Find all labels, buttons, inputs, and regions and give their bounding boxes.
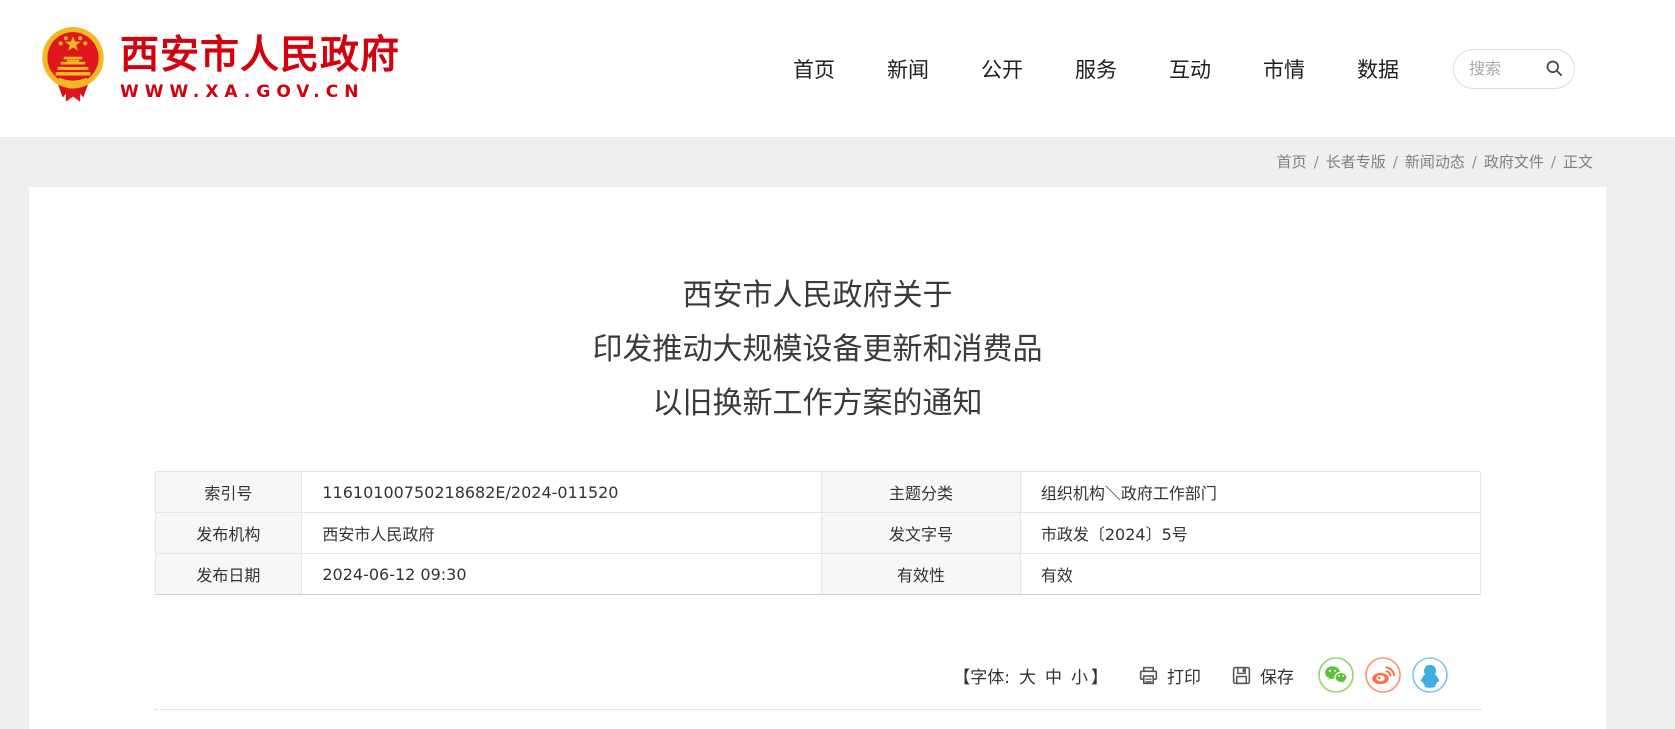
logo-text: 西安市人民政府 WWW.XA.GOV.CN [120,35,400,102]
save-label: 保存 [1260,663,1294,688]
nav-item-city[interactable]: 市情 [1263,54,1305,84]
breadcrumb-current: 正文 [1563,153,1593,171]
meta-table: 索引号 11610100750218682E/2024-011520 主题分类 … [155,471,1481,595]
article-card: 西安市人民政府关于 印发推动大规模设备更新和消费品 以旧换新工作方案的通知 索引… [29,187,1606,729]
meta-label-index-number: 索引号 [155,472,302,513]
share-qq-button[interactable] [1412,657,1448,693]
breadcrumb: 首页 / 长者专版 / 新闻动态 / 政府文件 / 正文 [0,137,1675,187]
nav-item-services[interactable]: 服务 [1075,54,1117,84]
meta-value-index-number: 11610100750218682E/2024-011520 [302,472,822,513]
save-icon [1231,665,1252,686]
table-row: 索引号 11610100750218682E/2024-011520 主题分类 … [155,472,1480,513]
nav-item-open[interactable]: 公开 [981,54,1023,84]
title-line: 以旧换新工作方案的通知 [29,377,1606,431]
font-small-button[interactable]: 小 [1071,663,1088,688]
qq-icon [1412,657,1448,693]
table-row: 发布日期 2024-06-12 09:30 有效性 有效 [155,554,1480,595]
title-line: 印发推动大规模设备更新和消费品 [29,323,1606,377]
main-nav: 首页 新闻 公开 服务 互动 市情 数据 [793,54,1399,84]
meta-value-publish-date: 2024-06-12 09:30 [302,554,822,595]
breadcrumb-news[interactable]: 新闻动态 [1405,153,1465,171]
breadcrumb-separator: / [1314,153,1319,171]
title-line: 西安市人民政府关于 [29,269,1606,323]
meta-value-issuing-agency: 西安市人民政府 [302,513,822,554]
font-size-label-suffix: 】 [1091,663,1108,688]
weibo-icon [1365,657,1401,693]
nav-item-data[interactable]: 数据 [1357,54,1399,84]
font-large-button[interactable]: 大 [1019,663,1036,688]
meta-label-publish-date: 发布日期 [155,554,302,595]
share-wechat-button[interactable] [1318,657,1354,693]
wechat-icon [1318,657,1354,693]
search-input[interactable] [1467,58,1539,79]
meta-label-issuing-agency: 发布机构 [155,513,302,554]
meta-value-document-number: 市政发〔2024〕5号 [1020,513,1480,554]
breadcrumb-separator: / [1472,153,1477,171]
breadcrumb-separator: / [1551,153,1556,171]
site-name: 西安市人民政府 [120,35,400,78]
printer-icon [1138,665,1159,686]
save-button[interactable]: 保存 [1231,663,1294,688]
font-medium-button[interactable]: 中 [1045,663,1062,688]
site-url: WWW.XA.GOV.CN [120,82,400,102]
search-icon[interactable] [1545,59,1564,78]
site-logo[interactable]: 西安市人民政府 WWW.XA.GOV.CN [40,26,400,112]
meta-label-document-number: 发文字号 [822,513,1021,554]
nav-item-news[interactable]: 新闻 [887,54,929,84]
national-emblem-icon [40,26,106,112]
table-row: 发布机构 西安市人民政府 发文字号 市政发〔2024〕5号 [155,513,1480,554]
breadcrumb-gov-documents[interactable]: 政府文件 [1484,153,1544,171]
section-divider [154,709,1481,710]
page-title: 西安市人民政府关于 印发推动大规模设备更新和消费品 以旧换新工作方案的通知 [29,269,1606,431]
print-button[interactable]: 打印 [1138,663,1201,688]
meta-label-topic-category: 主题分类 [822,472,1021,513]
breadcrumb-separator: / [1393,153,1398,171]
breadcrumb-home[interactable]: 首页 [1277,153,1307,171]
font-size-controls: 【字体: 大 中 小 】 [953,663,1108,688]
search-box[interactable] [1453,49,1575,89]
nav-item-home[interactable]: 首页 [793,54,835,84]
meta-value-validity: 有效 [1020,554,1480,595]
font-size-label: 【字体: [953,663,1010,688]
meta-value-topic-category: 组织机构＼政府工作部门 [1020,472,1480,513]
share-weibo-button[interactable] [1365,657,1401,693]
page-background: 首页 / 长者专版 / 新闻动态 / 政府文件 / 正文 西安市人民政府关于 印发推动大规模设备… [0,137,1675,729]
site-header: 西安市人民政府 WWW.XA.GOV.CN 首页 新闻 公开 服务 互动 市情 … [0,0,1675,137]
article-toolbar: 【字体: 大 中 小 】 打印 保存 [29,657,1606,693]
print-label: 打印 [1167,663,1201,688]
meta-label-validity: 有效性 [822,554,1021,595]
share-buttons [1318,657,1448,693]
breadcrumb-senior-edition[interactable]: 长者专版 [1326,153,1386,171]
nav-item-interact[interactable]: 互动 [1169,54,1211,84]
